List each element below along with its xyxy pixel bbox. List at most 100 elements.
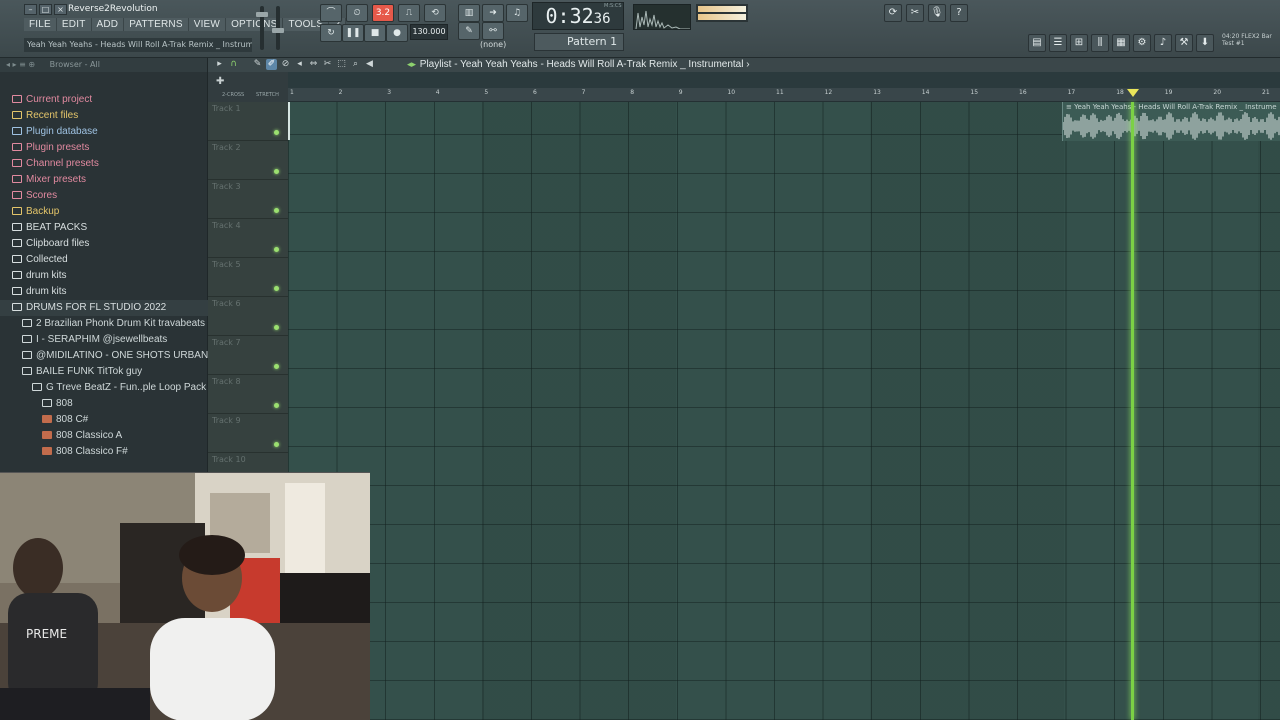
track-header[interactable]: Track 7 xyxy=(208,336,288,375)
mute-tool-icon[interactable]: ◂ xyxy=(294,59,305,70)
link-icon[interactable]: ⚯ xyxy=(482,22,504,40)
track-mute-led[interactable] xyxy=(274,130,279,135)
track-mute-led[interactable] xyxy=(274,364,279,369)
slip-tool-icon[interactable]: ⇔ xyxy=(308,59,319,70)
track-mute-led[interactable] xyxy=(274,403,279,408)
menu-file[interactable]: FILE xyxy=(24,18,57,31)
master-volume-slider[interactable] xyxy=(256,6,268,50)
tempo-display[interactable]: 130.000 xyxy=(410,24,448,40)
browser-item[interactable]: Current project xyxy=(0,92,208,108)
bar-number: 1 xyxy=(290,89,294,96)
add-track-icon[interactable]: ✚ xyxy=(216,76,224,87)
menu-view[interactable]: VIEW xyxy=(188,18,227,31)
magnet-icon[interactable]: ∩ xyxy=(228,59,239,70)
browser-item[interactable]: Plugin presets xyxy=(0,140,208,156)
paint-tool-icon[interactable]: ✐ xyxy=(266,59,277,70)
pause-icon[interactable]: ❚❚ xyxy=(342,24,364,42)
browser-item[interactable]: 2 Brazilian Phonk Drum Kit travabeats (1… xyxy=(0,316,208,332)
pencil-tool-icon[interactable]: ✎ xyxy=(252,59,263,70)
browser-item[interactable]: Plugin database xyxy=(0,124,208,140)
browser-item[interactable]: Channel presets xyxy=(0,156,208,172)
playlist-arrows-icon[interactable]: ◂▸ xyxy=(406,59,417,70)
browser-item[interactable]: Backup xyxy=(0,204,208,220)
loop-record-icon[interactable]: ⟲ xyxy=(424,4,446,22)
browser-item[interactable]: DRUMS FOR FL STUDIO 2022 xyxy=(0,300,208,316)
track-mute-led[interactable] xyxy=(274,325,279,330)
browser-item[interactable]: BEAT PACKS xyxy=(0,220,208,236)
track-mute-led[interactable] xyxy=(274,208,279,213)
wait-icon[interactable]: ⏲ xyxy=(346,4,368,22)
browser-item[interactable]: @MIDILATINO - ONE SHOTS URBANOS VOL. 2 xyxy=(0,348,208,364)
playback-tool-icon[interactable]: ◀ xyxy=(364,59,375,70)
blend-icon[interactable]: ⎍ xyxy=(398,4,420,22)
download-icon[interactable]: ⬇ xyxy=(1196,34,1214,52)
browser-item[interactable]: Collected xyxy=(0,252,208,268)
track-mute-led[interactable] xyxy=(274,286,279,291)
mode-toggle-button[interactable]: 3.2 xyxy=(372,4,394,22)
playhead[interactable] xyxy=(1131,102,1134,720)
track-header[interactable]: Track 6 xyxy=(208,297,288,336)
browser-item[interactable]: Recent files xyxy=(0,108,208,124)
browser-item[interactable]: G Treve BeatZ - Fun..ple Loop Pack 2022 xyxy=(0,380,208,396)
track-header[interactable]: Track 2 xyxy=(208,141,288,180)
mic-icon[interactable]: 🎙 xyxy=(928,4,946,22)
close-button[interactable]: × xyxy=(54,4,67,15)
piano-icon[interactable]: ▥ xyxy=(458,4,480,22)
slice-tool-icon[interactable]: ✂ xyxy=(322,59,333,70)
track-mute-led[interactable] xyxy=(274,442,279,447)
stop-icon[interactable]: ■ xyxy=(364,24,386,42)
track-header[interactable]: Track 3 xyxy=(208,180,288,219)
loop-icon[interactable]: ↻ xyxy=(320,24,342,42)
browser-item[interactable]: I - SERAPHIM @jsewellbeats xyxy=(0,332,208,348)
restore-button[interactable]: □ xyxy=(39,4,52,15)
browser-item[interactable]: 808 C# xyxy=(0,412,208,428)
browser-item[interactable]: Clipboard files xyxy=(0,236,208,252)
browser-item[interactable]: drum kits xyxy=(0,268,208,284)
track-header[interactable]: Track 4 xyxy=(208,219,288,258)
select-tool-icon[interactable]: ⬚ xyxy=(336,59,347,70)
track-mute-led[interactable] xyxy=(274,169,279,174)
menu-add[interactable]: ADD xyxy=(91,18,125,31)
track-header[interactable]: Track 1 xyxy=(208,102,288,141)
menu-patterns[interactable]: PATTERNS xyxy=(124,18,189,31)
browser-icon[interactable]: ▦ xyxy=(1112,34,1130,52)
pencil-icon[interactable]: ✎ xyxy=(458,22,480,40)
track-mute-led[interactable] xyxy=(274,247,279,252)
chevron-right-icon[interactable]: › xyxy=(746,59,749,70)
browser-item[interactable]: 808 Classico A xyxy=(0,428,208,444)
playhead-marker-icon[interactable] xyxy=(1127,89,1139,97)
master-pitch-slider[interactable] xyxy=(272,6,284,50)
help-icon[interactable]: ? xyxy=(950,4,968,22)
refresh-icon[interactable]: ⟳ xyxy=(884,4,902,22)
track-header[interactable]: Track 5 xyxy=(208,258,288,297)
browser-item[interactable]: 808 xyxy=(0,396,208,412)
piano-roll-icon[interactable]: ⊞ xyxy=(1070,34,1088,52)
play-arrow-icon[interactable]: ▸ xyxy=(214,59,225,70)
browser-item[interactable]: drum kits xyxy=(0,284,208,300)
menu-edit[interactable]: EDIT xyxy=(56,18,92,31)
metronome-icon[interactable]: ⌒ xyxy=(320,4,342,22)
zoom-tool-icon[interactable]: ⌕ xyxy=(350,59,361,70)
pattern-selector[interactable]: Pattern 1 xyxy=(534,33,624,51)
browser-item[interactable]: BAILE FUNK TitTok guy xyxy=(0,364,208,380)
browser-item[interactable]: Mixer presets xyxy=(0,172,208,188)
tool-icon[interactable]: ⚒ xyxy=(1175,34,1193,52)
record-icon[interactable]: ● xyxy=(386,24,408,42)
bell-icon[interactable]: ♫ xyxy=(506,4,528,22)
track-header[interactable]: Track 9 xyxy=(208,414,288,453)
browser-item[interactable]: Scores xyxy=(0,188,208,204)
browser-item[interactable]: 808 Classico F# xyxy=(0,444,208,460)
plugin-icon[interactable]: ✂ xyxy=(906,4,924,22)
arrow-right-icon[interactable]: ➜ xyxy=(482,4,504,22)
delete-tool-icon[interactable]: ⊘ xyxy=(280,59,291,70)
browser-nav-icon[interactable]: ◂ ▸ ≡ ⊕ xyxy=(6,60,35,69)
audio-clip[interactable]: ≡ Yeah Yeah Yeahs - Heads Will Roll A-Tr… xyxy=(1062,102,1280,141)
track-header[interactable]: Track 8 xyxy=(208,375,288,414)
channel-rack-icon[interactable]: ☰ xyxy=(1049,34,1067,52)
channel-icon[interactable]: ♪ xyxy=(1154,34,1172,52)
none-selector[interactable]: (none) xyxy=(480,40,506,49)
playlist-icon[interactable]: ▤ xyxy=(1028,34,1046,52)
plugin-picker-icon[interactable]: ⚙ xyxy=(1133,34,1151,52)
minimize-button[interactable]: – xyxy=(24,4,37,15)
mixer-icon[interactable]: ⫼ xyxy=(1091,34,1109,52)
